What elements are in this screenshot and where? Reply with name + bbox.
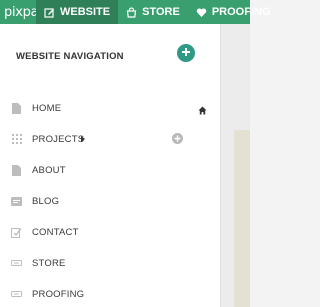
tab-proofing[interactable]: PROOFING [188,0,279,24]
heart-icon [196,7,207,18]
edit-icon [44,7,55,18]
contact-form-icon [11,226,22,238]
grid-dots-icon [11,133,22,145]
nav-item-about[interactable]: ABOUT [0,159,221,181]
store-link-icon [11,257,22,269]
nav-item-store[interactable]: STORE [0,252,221,274]
page-icon [11,102,22,114]
nav-item-label: ABOUT [32,164,66,176]
tab-website[interactable]: WEBSITE [36,0,119,24]
proofing-link-icon [11,288,22,300]
tab-proofing-label: PROOFING [211,6,271,18]
shopping-bag-icon [126,6,137,18]
page-icon [11,164,22,176]
nav-item-proofing[interactable]: PROOFING [0,283,221,305]
plus-icon [181,44,191,62]
website-navigation-panel: WEBSITE NAVIGATION HOME PROJECTS ABOUT B… [0,24,221,307]
tab-store[interactable]: STORE [118,0,188,24]
tab-website-label: WEBSITE [60,6,111,18]
nav-item-label: BLOG [32,195,60,207]
nav-item-label: CONTACT [32,226,79,238]
tab-store-label: STORE [142,6,180,18]
nav-item-label: PROOFING [32,288,85,300]
add-subpage-button[interactable] [172,133,183,144]
nav-item-blog[interactable]: BLOG [0,190,221,212]
nav-item-projects[interactable]: PROJECTS [0,128,221,150]
home-icon [198,102,209,115]
nav-item-contact[interactable]: CONTACT [0,221,221,243]
nav-item-label: STORE [32,257,66,269]
site-preview-content [234,130,250,307]
add-page-button[interactable] [177,44,195,62]
pixpa-logo[interactable]: pixpa [0,0,39,24]
nav-item-home[interactable]: HOME [0,97,221,119]
panel-title: WEBSITE NAVIGATION [16,51,124,62]
nav-item-label: PROJECTS [32,133,85,145]
blog-icon [11,195,22,207]
nav-item-label: HOME [32,102,62,114]
caret-right-icon[interactable] [81,136,85,142]
top-navigation-bar: pixpa WEBSITE STORE PROOFING [0,0,271,24]
